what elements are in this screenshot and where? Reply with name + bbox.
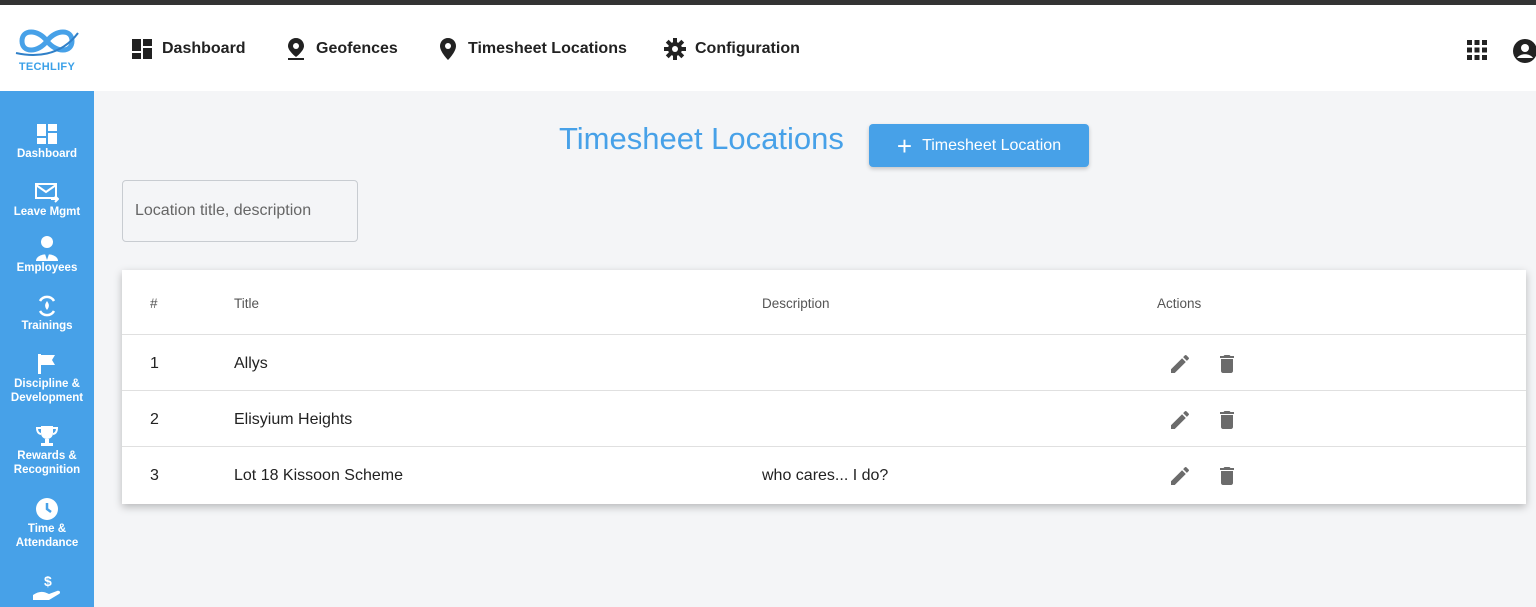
delete-trash-icon[interactable]: [1215, 352, 1239, 376]
sidebar-item-trainings[interactable]: Trainings: [0, 293, 94, 333]
header-description[interactable]: Description: [762, 296, 830, 311]
sidebar-item-label: Leave Mgmt: [13, 206, 81, 218]
nav-timesheet-locations-label: Timesheet Locations: [468, 40, 627, 57]
delete-trash-icon[interactable]: [1215, 408, 1239, 432]
dashboard-icon: [130, 37, 154, 61]
location-pin-icon: [436, 37, 460, 61]
table-row[interactable]: 1 Allys: [122, 335, 1526, 391]
locations-table: # Title Description Actions 1 Allys 2 El…: [122, 270, 1526, 504]
delete-trash-icon[interactable]: [1215, 464, 1239, 488]
row-num: 3: [150, 467, 159, 484]
nav-configuration-label: Configuration: [695, 40, 800, 57]
header-num: #: [150, 296, 158, 311]
infinity-logo-icon: [15, 29, 79, 56]
training-icon: [0, 293, 94, 319]
sidebar-item-label: Dashboard: [16, 148, 78, 160]
row-num: 1: [150, 355, 159, 372]
sidebar-item-label: Time & Attendance: [15, 523, 79, 549]
payroll-hand-icon: $: [0, 573, 94, 601]
row-title: Lot 18 Kissoon Scheme: [234, 467, 403, 484]
mail-forward-icon: [0, 179, 94, 205]
top-bar: TECHLIFY Dashboard Geofences Timesheet L…: [0, 5, 1536, 91]
header-actions: Actions: [1157, 296, 1202, 311]
row-title: Elisyium Heights: [234, 411, 353, 428]
row-description: who cares... I do?: [762, 467, 889, 484]
header-title[interactable]: Title: [234, 296, 259, 311]
add-button-label: Timesheet Location: [922, 136, 1062, 154]
clock-icon: [0, 496, 94, 522]
sidebar-item-discipline-development[interactable]: Discipline & Development: [0, 351, 94, 405]
sidebar-item-payroll[interactable]: $: [0, 573, 94, 601]
edit-pencil-icon[interactable]: [1168, 352, 1192, 376]
sidebar-item-rewards-recognition[interactable]: Rewards & Recognition: [0, 423, 94, 477]
sidebar-item-time-attendance[interactable]: Time & Attendance: [0, 496, 94, 550]
account-circle-icon[interactable]: [1512, 38, 1536, 64]
sidebar-item-dashboard[interactable]: Dashboard: [0, 121, 94, 161]
table-header: # Title Description Actions: [122, 270, 1526, 335]
row-num: 2: [150, 411, 159, 428]
map-pin-icon: [284, 37, 308, 61]
row-title: Allys: [234, 355, 268, 372]
techlify-logo[interactable]: TECHLIFY: [10, 23, 84, 79]
nav-configuration[interactable]: Configuration: [663, 33, 800, 65]
sidebar-item-label: Rewards & Recognition: [13, 450, 81, 476]
svg-text:$: $: [44, 573, 52, 589]
sidebar-item-label: Employees: [16, 262, 78, 274]
nav-geofences-label: Geofences: [316, 40, 398, 57]
sidebar-item-label: Discipline & Development: [10, 378, 84, 404]
nav-timesheet-locations[interactable]: Timesheet Locations: [436, 33, 627, 65]
table-row[interactable]: 2 Elisyium Heights: [122, 391, 1526, 447]
flag-icon: [0, 351, 94, 377]
add-timesheet-location-button[interactable]: + Timesheet Location: [869, 124, 1089, 167]
logo-text: TECHLIFY: [18, 61, 76, 73]
page-title: Timesheet Locations: [559, 121, 844, 156]
sidebar-item-label: Trainings: [21, 320, 73, 332]
dashboard-icon: [0, 121, 94, 147]
nav-dashboard[interactable]: Dashboard: [130, 33, 246, 65]
search-input[interactable]: [122, 180, 358, 242]
edit-pencil-icon[interactable]: [1168, 464, 1192, 488]
edit-pencil-icon[interactable]: [1168, 408, 1192, 432]
apps-grid-icon[interactable]: [1466, 39, 1490, 63]
sidebar-item-employees[interactable]: Employees: [0, 235, 94, 275]
sidebar: Dashboard Leave Mgmt Employees Trainings…: [0, 91, 94, 607]
gear-icon: [663, 37, 687, 61]
employee-icon: [0, 235, 94, 261]
trophy-icon: [0, 423, 94, 449]
table-row[interactable]: 3 Lot 18 Kissoon Scheme who cares... I d…: [122, 447, 1526, 503]
nav-geofences[interactable]: Geofences: [284, 33, 398, 65]
plus-icon: +: [896, 130, 913, 161]
sidebar-item-leave-mgmt[interactable]: Leave Mgmt: [0, 179, 94, 219]
nav-dashboard-label: Dashboard: [162, 40, 246, 57]
